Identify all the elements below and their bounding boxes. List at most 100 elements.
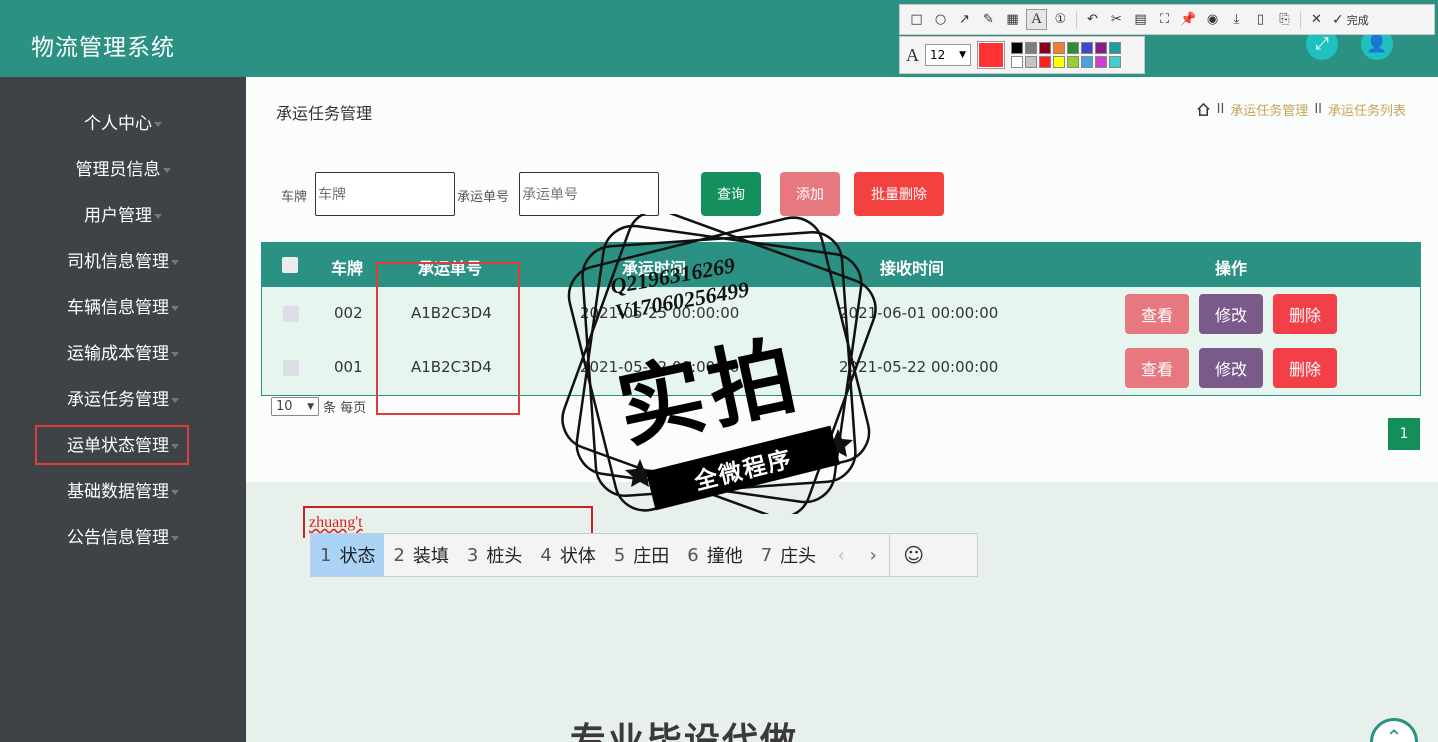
caret-down-icon [171,351,179,357]
delete-button[interactable]: 删除 [1273,348,1337,388]
arrow-icon[interactable]: ↗ [954,9,975,30]
sidebar-item[interactable]: 公告信息管理 [0,523,246,548]
page-title: 承运任务管理 [276,104,373,123]
caret-down-icon [154,213,162,219]
view-button[interactable]: 查看 [1125,348,1189,388]
edit-button[interactable]: 修改 [1199,294,1263,334]
ime-candidate-text: 桩头 [486,546,523,567]
ime-candidate-index: 1 [320,544,332,566]
breadcrumb-item[interactable]: 承运任务列表 [1328,100,1406,119]
sidebar-item[interactable]: 个人中心 [0,109,246,134]
ime-prev-button[interactable]: ‹ [825,534,857,576]
emoji-icon[interactable]: ☺ [889,534,937,576]
chevron-down-icon: ▼ [307,401,314,412]
batch-delete-button[interactable]: 批量删除 [854,172,944,216]
color-swatch[interactable] [1025,56,1037,68]
done-button[interactable]: ✓ 完成 [1332,12,1369,28]
sidebar-item[interactable]: 管理员信息 [0,155,246,180]
cell-receive-time: 2021-05-22 00:00:00 [839,358,999,376]
copy-icon[interactable]: ▯ [1250,9,1271,30]
plate-input[interactable] [315,172,455,216]
color-swatch[interactable] [1053,42,1065,54]
current-color[interactable] [977,41,1005,69]
caret-down-icon [171,397,179,403]
close-icon[interactable]: ✕ [1306,9,1327,30]
sidebar-item[interactable]: 司机信息管理 [0,247,246,272]
color-swatch[interactable] [1067,42,1079,54]
color-swatch[interactable] [1095,56,1107,68]
ime-candidate-text: 撞他 [706,546,743,567]
color-swatch[interactable] [1081,56,1093,68]
caret-down-icon [154,121,162,127]
color-swatch[interactable] [1039,42,1051,54]
screenshot-toolbar: □ ○ ↗ ✎ ▦ A ① ↶ ✂ ▤ ⛶ 📌 ◉ ⤓ ▯ ⎘ ✕ ✓ 完成 [899,4,1435,35]
caret-down-icon [162,167,171,173]
sidebar-item[interactable]: 基础数据管理 [0,477,246,502]
circle-icon[interactable]: ○ [930,9,951,30]
text-icon[interactable]: A [1026,9,1047,30]
select-all-checkbox[interactable] [282,257,298,273]
page-size-select[interactable]: 10 ▼ [271,397,319,416]
ime-candidate-text: 状体 [559,546,596,567]
sidebar-item[interactable]: 用户管理 [0,201,246,226]
download-icon[interactable]: ⤓ [1226,9,1247,30]
ime-candidate[interactable]: 3 桩头 [458,534,531,576]
annotation-rect-sidebar [35,425,189,465]
ime-candidate[interactable]: 2 装填 [384,534,457,576]
order-number-input[interactable] [519,172,659,216]
color-swatch[interactable] [1067,56,1079,68]
page-number-button[interactable]: 1 [1388,418,1420,450]
color-swatch[interactable] [1109,56,1121,68]
ocr-icon[interactable]: ▤ [1130,9,1151,30]
user-icon: 👤 [1366,34,1388,54]
color-swatch[interactable] [1011,56,1023,68]
ime-candidate-index: 5 [613,544,626,566]
pin-icon[interactable]: 📌 [1178,9,1199,30]
query-button[interactable]: 查询 [701,172,761,216]
ime-candidate[interactable]: 5 庄田 [605,534,678,576]
sidebar-item-label: 运输成本管理 [67,344,169,364]
ime-composition: zhuang't [309,514,363,531]
color-swatch[interactable] [1095,42,1107,54]
row-checkbox[interactable] [283,360,299,376]
ime-candidate[interactable]: 7 庄头 [752,534,825,576]
row-checkbox[interactable] [283,306,299,322]
view-button[interactable]: 查看 [1125,294,1189,334]
sidebar-item[interactable]: 车辆信息管理 [0,293,246,318]
edit-button[interactable]: 修改 [1199,348,1263,388]
sidebar-item[interactable]: 承运任务管理 [0,385,246,410]
undo-icon[interactable]: ↶ [1082,9,1103,30]
ime-candidate[interactable]: 6 撞他 [678,534,751,576]
ime-next-button[interactable]: › [857,534,889,576]
font-size-select[interactable]: 12 ▼ [925,44,971,66]
rectangle-icon[interactable]: □ [906,9,927,30]
color-swatch[interactable] [1053,56,1065,68]
color-swatch[interactable] [1025,42,1037,54]
per-page-label: 条 每页 [323,401,367,416]
sidebar-item[interactable]: 运输成本管理 [0,339,246,364]
color-swatch[interactable] [1011,42,1023,54]
home-icon[interactable] [1196,102,1211,117]
crop-icon[interactable]: ✂ [1106,9,1127,30]
mosaic-icon[interactable]: ▦ [1002,9,1023,30]
scroll-to-top-button[interactable]: ⌃ [1370,718,1418,742]
breadcrumb-item[interactable]: 承运任务管理 [1230,100,1308,119]
color-swatch[interactable] [1039,56,1051,68]
ime-candidate-index: 3 [466,544,479,566]
save-icon[interactable]: ⎘ [1274,9,1295,30]
annotation-rect-order-column [376,262,520,415]
color-swatch[interactable] [1081,42,1093,54]
add-button[interactable]: 添加 [780,172,840,216]
scan-icon[interactable]: ⛶ [1154,9,1175,30]
color-swatch[interactable] [1109,42,1121,54]
delete-button[interactable]: 删除 [1273,294,1337,334]
pen-icon[interactable]: ✎ [978,9,999,30]
cell-receive-time: 2021-06-01 00:00:00 [839,304,999,322]
record-icon[interactable]: ◉ [1202,9,1223,30]
footer-banner-text: 专业毕设代做 [570,721,799,742]
serial-number-icon[interactable]: ① [1050,9,1071,30]
ime-candidate[interactable]: 4 状体 [531,534,604,576]
caret-down-icon [171,259,179,265]
ime-candidate[interactable]: 1 状态 [311,534,385,576]
chevron-down-icon: ▼ [959,50,966,60]
